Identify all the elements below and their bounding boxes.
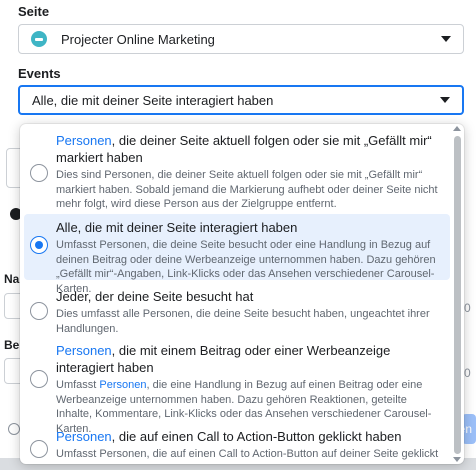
option-cta-clicked[interactable]: Personen, die auf einen Call to Action-B… bbox=[24, 428, 450, 464]
option-title: Personen, die deiner Seite aktuell folge… bbox=[56, 133, 432, 165]
chevron-down-icon bbox=[440, 97, 450, 103]
option-post-or-ad-engaged[interactable]: Personen, die mit einem Beitrag oder ein… bbox=[24, 342, 450, 436]
background-value-right: 0 bbox=[464, 366, 471, 380]
option-all-engaged[interactable]: Alle, die mit deiner Seite interagiert h… bbox=[24, 214, 450, 295]
events-label: Events bbox=[18, 66, 61, 81]
page-select[interactable]: Projecter Online Marketing bbox=[18, 24, 464, 54]
option-title: Jeder, der deine Seite besucht hat bbox=[56, 289, 254, 304]
page-select-value: Projecter Online Marketing bbox=[61, 31, 215, 47]
background-radio[interactable] bbox=[8, 423, 20, 435]
chevron-down-icon bbox=[441, 36, 451, 42]
option-description: Dies sind Personen, die deiner Seite akt… bbox=[56, 169, 438, 210]
radio-button[interactable] bbox=[30, 164, 48, 182]
background-primary-button[interactable]: en bbox=[459, 414, 476, 444]
background-label-na: Na bbox=[4, 272, 20, 286]
background-label-be: Be bbox=[4, 338, 20, 352]
option-page-visitors[interactable]: Jeder, der deine Seite besucht hat Dies … bbox=[24, 288, 450, 336]
radio-button-selected[interactable] bbox=[30, 236, 48, 254]
events-dropdown-menu: Personen, die deiner Seite aktuell folge… bbox=[20, 124, 464, 464]
events-select[interactable]: Alle, die mit deiner Seite interagiert h… bbox=[18, 85, 464, 115]
option-current-followers[interactable]: Personen, die deiner Seite aktuell folge… bbox=[24, 132, 450, 212]
option-title: Personen, die mit einem Beitrag oder ein… bbox=[56, 343, 391, 375]
option-title-link[interactable]: Personen bbox=[56, 429, 112, 444]
scroll-up-icon[interactable] bbox=[453, 126, 461, 131]
background-value-right: 0 bbox=[464, 301, 471, 315]
option-title: Alle, die mit deiner Seite interagiert h… bbox=[56, 220, 298, 235]
description-link[interactable]: Personen bbox=[99, 379, 146, 391]
page-logo-icon bbox=[31, 31, 47, 47]
dropdown-scrollbar[interactable] bbox=[454, 136, 461, 454]
radio-button[interactable] bbox=[30, 302, 48, 320]
option-title-link[interactable]: Personen bbox=[56, 133, 112, 148]
scroll-down-icon[interactable] bbox=[453, 457, 461, 462]
option-description: Umfasst Personen, die auf einen Call to … bbox=[56, 448, 439, 464]
radio-button[interactable] bbox=[30, 370, 48, 388]
radio-button[interactable] bbox=[30, 440, 48, 458]
events-select-value: Alle, die mit deiner Seite interagiert h… bbox=[32, 92, 274, 108]
option-title: Personen, die auf einen Call to Action-B… bbox=[56, 429, 402, 444]
page-label: Seite bbox=[18, 4, 50, 19]
option-title-link[interactable]: Personen bbox=[56, 343, 112, 358]
option-description: Dies umfasst alle Personen, die deine Se… bbox=[56, 308, 430, 335]
